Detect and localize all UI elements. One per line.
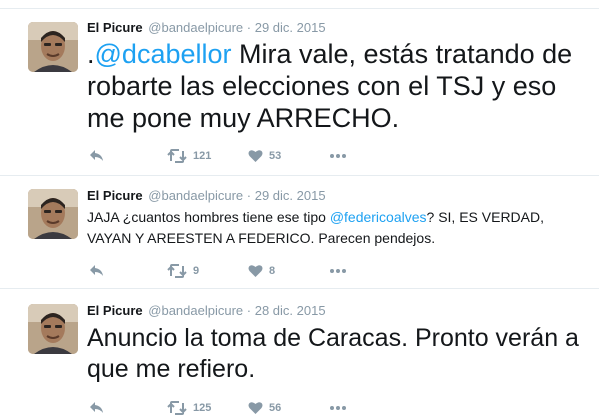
like-count: 53 (269, 150, 282, 162)
separator: · (246, 188, 252, 203)
tweet[interactable]: El Picure @bandaelpicure · 28 dic. 2015 … (0, 289, 599, 418)
retweet-button[interactable]: 9 (167, 261, 199, 281)
reply-icon (89, 149, 105, 163)
reply-button[interactable] (89, 261, 105, 281)
more-button[interactable] (329, 261, 347, 281)
tweet-header: El Picure @bandaelpicure · 29 dic. 2015 (87, 188, 326, 204)
avatar[interactable] (28, 304, 78, 354)
display-name[interactable]: El Picure (87, 188, 143, 203)
more-dots-icon (329, 153, 347, 159)
retweet-button[interactable]: 121 (167, 146, 211, 166)
tweet-text-prefix: . (87, 39, 95, 69)
heart-icon (248, 264, 263, 278)
tweet-text: .@dcabellor Mira vale, estás tratando de… (87, 38, 585, 134)
tweet-timeline: El Picure @bandaelpicure · 29 dic. 2015 … (0, 0, 599, 418)
timestamp[interactable]: 29 dic. 2015 (255, 20, 326, 35)
tweet-text-prefix: JAJA ¿cuantos hombres tiene ese tipo (87, 209, 330, 225)
timestamp[interactable]: 28 dic. 2015 (255, 303, 326, 318)
retweet-icon (167, 401, 187, 415)
mention-link[interactable]: @dcabellor (95, 39, 232, 69)
more-button[interactable] (329, 398, 347, 418)
separator: · (246, 20, 252, 35)
display-name[interactable]: El Picure (87, 20, 143, 35)
tweet-text: JAJA ¿cuantos hombres tiene ese tipo @fe… (87, 207, 585, 249)
more-button[interactable] (329, 146, 347, 166)
like-count: 8 (269, 265, 276, 277)
reply-icon (89, 401, 105, 415)
like-button[interactable]: 8 (248, 261, 275, 281)
tweet-header: El Picure @bandaelpicure · 28 dic. 2015 (87, 303, 326, 319)
username[interactable]: @bandaelpicure (148, 20, 243, 35)
reply-icon (89, 264, 105, 278)
avatar[interactable] (28, 189, 78, 239)
timestamp[interactable]: 29 dic. 2015 (255, 188, 326, 203)
like-button[interactable]: 53 (248, 146, 281, 166)
like-count: 56 (269, 402, 282, 414)
reply-button[interactable] (89, 398, 105, 418)
retweet-icon (167, 264, 187, 278)
retweet-count: 9 (193, 265, 200, 277)
tweet-text: Anuncio la toma de Caracas. Pronto verán… (87, 324, 579, 383)
tweet[interactable]: El Picure @bandaelpicure · 29 dic. 2015 … (0, 0, 599, 176)
username[interactable]: @bandaelpicure (148, 303, 243, 318)
separator: · (246, 303, 252, 318)
like-button[interactable]: 56 (248, 398, 281, 418)
more-dots-icon (329, 268, 347, 274)
retweet-count: 125 (193, 402, 212, 414)
tweet-header: El Picure @bandaelpicure · 29 dic. 2015 (87, 20, 326, 36)
heart-icon (248, 401, 263, 415)
username[interactable]: @bandaelpicure (148, 188, 243, 203)
avatar[interactable] (28, 22, 78, 72)
heart-icon (248, 149, 263, 163)
mention-link[interactable]: @federicoalves (330, 209, 427, 225)
display-name[interactable]: El Picure (87, 303, 143, 318)
retweet-button[interactable]: 125 (167, 398, 211, 418)
retweet-icon (167, 149, 187, 163)
tweet[interactable]: El Picure @bandaelpicure · 29 dic. 2015 … (0, 176, 599, 289)
more-dots-icon (329, 405, 347, 411)
reply-button[interactable] (89, 146, 105, 166)
retweet-count: 121 (193, 150, 212, 162)
